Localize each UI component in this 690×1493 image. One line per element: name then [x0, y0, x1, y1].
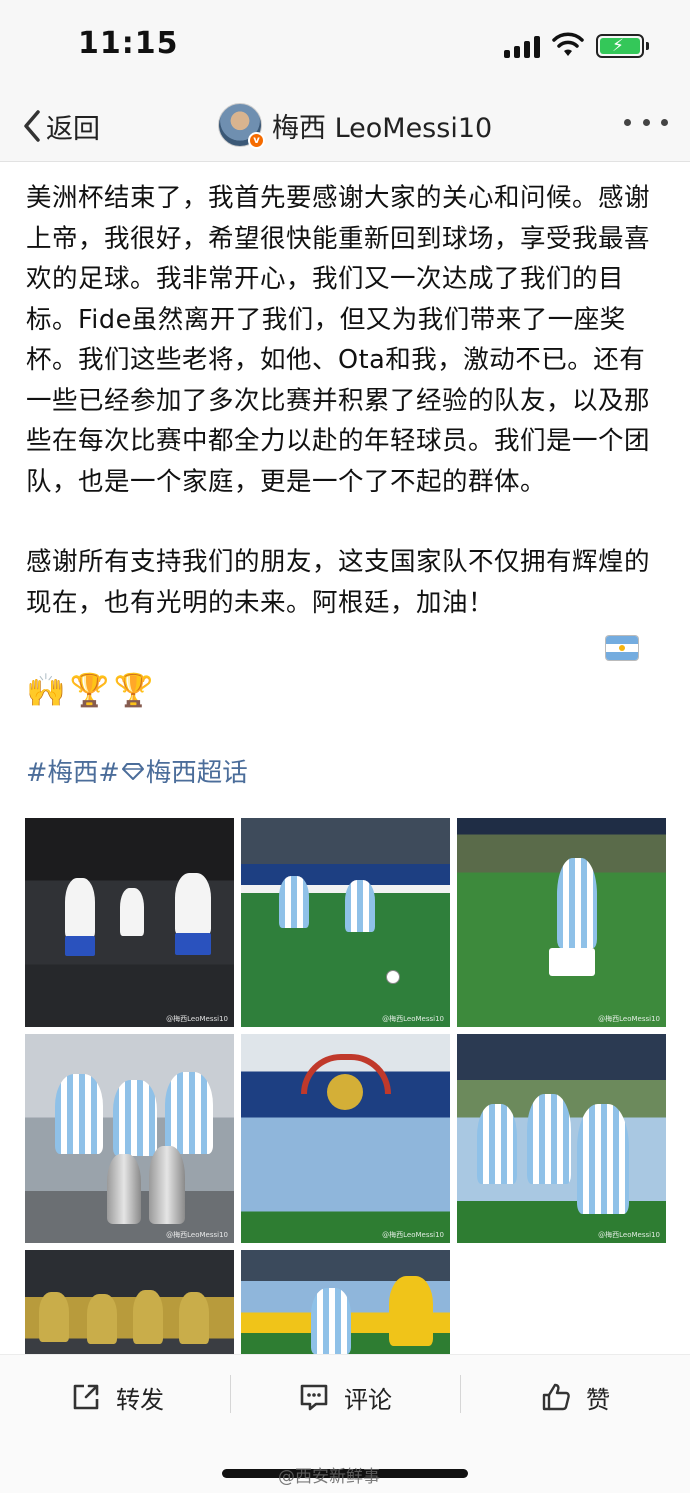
status-bar: 11:15 ⚡: [0, 0, 690, 90]
photo-watermark: @梅西LeoMessi10: [166, 1015, 228, 1023]
post-photo[interactable]: [241, 1250, 450, 1354]
like-button[interactable]: 赞: [540, 1377, 610, 1417]
comment-icon: [300, 1384, 328, 1411]
avatar[interactable]: v: [218, 103, 265, 149]
photo-watermark: @梅西LeoMessi10: [598, 1015, 660, 1023]
nav-bar: 返回 v 梅西 LeoMessi10: [0, 90, 690, 162]
more-dot-icon: [624, 118, 631, 126]
post-text: 美洲杯结束了，我首先要感谢大家的关心和问候。感谢上帝，我很好，希望很快能重新回到…: [26, 178, 666, 663]
nav-username: 梅西 LeoMessi10: [272, 112, 493, 144]
super-topic-diamond-icon: [121, 762, 144, 780]
nav-user[interactable]: v 梅西 LeoMessi10: [218, 100, 492, 150]
trophy-icon: 🏆: [69, 671, 110, 709]
emoji-row: 🙌 🏆 🏆: [26, 670, 154, 710]
trophy-icon: 🏆: [113, 671, 154, 709]
source-watermark: @西安新鲜事: [278, 1467, 380, 1487]
comment-button[interactable]: 评论: [298, 1377, 392, 1417]
super-topic-tag[interactable]: 梅西超话: [146, 752, 248, 789]
battery-cap: [646, 42, 649, 50]
wifi-icon: [552, 32, 584, 56]
back-label: 返回: [46, 113, 100, 145]
post-photo[interactable]: @梅西LeoMessi10: [25, 1034, 234, 1243]
post-paragraph-2: 感谢所有支持我们的朋友，这支国家队不仅拥有辉煌的现在，也有光明的未来。阿根廷，加…: [26, 547, 651, 618]
repost-label: 转发: [116, 1385, 164, 1414]
action-divider: [230, 1375, 231, 1413]
post-photo[interactable]: @梅西LeoMessi10: [241, 1034, 450, 1243]
more-dot-icon: [642, 118, 650, 126]
raising-hands-icon: 🙌: [26, 671, 66, 709]
repost-icon: [73, 1384, 99, 1410]
photo-watermark: @梅西LeoMessi10: [382, 1015, 444, 1023]
post-paragraph-1: 美洲杯结束了，我首先要感谢大家的关心和问候。感谢上帝，我很好，希望很快能重新回到…: [26, 183, 651, 497]
post-photo[interactable]: @梅西LeoMessi10: [457, 1034, 666, 1243]
comment-label: 评论: [344, 1385, 392, 1414]
argentina-flag-icon: [606, 636, 638, 660]
chevron-left-icon: [24, 110, 40, 142]
post-tags: #梅西# 梅西超话: [26, 752, 248, 789]
post-photo[interactable]: @梅西LeoMessi10: [457, 818, 666, 1027]
like-label: 赞: [586, 1385, 610, 1414]
action-divider: [460, 1375, 461, 1413]
post-photo[interactable]: @梅西LeoMessi10: [241, 818, 450, 1027]
battery-icon: ⚡: [596, 34, 644, 58]
more-options-button[interactable]: [624, 110, 668, 134]
status-time: 11:15: [78, 26, 179, 61]
repost-button[interactable]: 转发: [70, 1377, 164, 1417]
post-photo[interactable]: @梅西LeoMessi10: [25, 818, 234, 1027]
photo-watermark: @梅西LeoMessi10: [166, 1231, 228, 1239]
back-button[interactable]: 返回: [20, 104, 100, 148]
topic-tag[interactable]: #梅西#: [26, 752, 120, 789]
more-dot-icon: [661, 118, 668, 126]
thumbs-up-icon: [542, 1383, 570, 1411]
verified-badge-icon: v: [248, 132, 265, 149]
post-photo[interactable]: [25, 1250, 234, 1354]
action-bar: 转发 评论 赞: [0, 1354, 690, 1438]
signal-icon: [504, 36, 542, 58]
photo-watermark: @梅西LeoMessi10: [382, 1231, 444, 1239]
photo-watermark: @梅西LeoMessi10: [598, 1231, 660, 1239]
